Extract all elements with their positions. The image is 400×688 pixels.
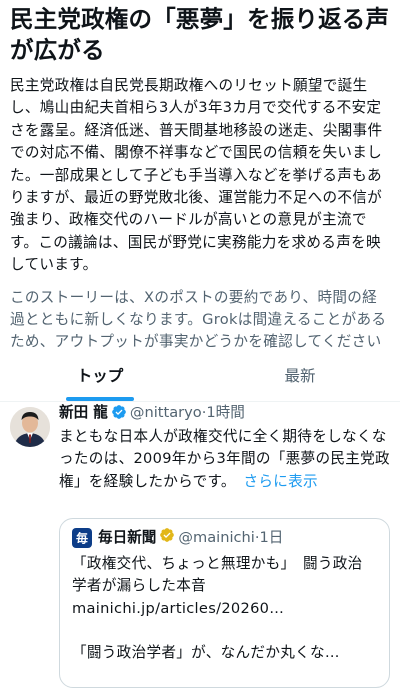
- quoted-post-card[interactable]: 毎 毎日新聞 @mainichi · 1日 「政権交代、ちょっと無理かも」 闘う政治学…: [59, 518, 390, 688]
- quoted-post-timestamp: 1日: [259, 529, 284, 546]
- post-timestamp[interactable]: 1時間: [206, 404, 244, 421]
- tab-top-label: トップ: [76, 367, 124, 385]
- quoted-link-url[interactable]: mainichi.jp/articles/20260…: [72, 598, 377, 620]
- trend-title: 民主党政権の「悪夢」を振り返る声が広がる: [10, 5, 390, 64]
- post-content: 新田 龍 @nittaryo·1時間 まともな日本人が政権交代に全く期待をしなくな…: [59, 402, 394, 493]
- post-text: まともな日本人が政権交代に全く期待をしなくなったのは、2009年から3年間の「悪…: [59, 426, 394, 493]
- avatar[interactable]: [10, 407, 50, 447]
- post-body-text: まともな日本人が政権交代に全く期待をしなくなったのは、2009年から3年間の「悪…: [59, 428, 390, 490]
- quoted-verified-badge-icon: [159, 527, 175, 549]
- tab-top[interactable]: トップ: [0, 355, 200, 401]
- svg-text:毎: 毎: [76, 531, 88, 546]
- tab-bar: トップ 最新: [0, 355, 400, 402]
- quoted-post-text: 「政権交代、ちょっと無理かも」 闘う政治学者が漏らした本音 mainichi.j…: [72, 553, 377, 665]
- active-tab-indicator: [66, 397, 134, 401]
- quoted-author-name: 毎日新聞: [98, 529, 157, 546]
- quoted-text-line: 「闘う政治学者」が、なんだか丸くな…: [72, 644, 340, 662]
- quoted-author-handle: @mainichi: [178, 529, 255, 546]
- verified-badge-icon: [111, 404, 127, 426]
- tab-latest[interactable]: 最新: [200, 355, 400, 401]
- post-header: 新田 龍 @nittaryo·1時間: [59, 402, 394, 426]
- avatar-portrait-icon: [10, 407, 50, 447]
- author-handle[interactable]: @nittaryo: [130, 404, 202, 421]
- mainichi-logo-icon: 毎: [72, 528, 92, 548]
- author-name[interactable]: 新田 龍: [59, 404, 108, 421]
- trend-summary: 民主党政権の「悪夢」を振り返る声が広がる 民主党政権は自民党長期政権へのリセット…: [0, 0, 400, 354]
- tab-latest-label: 最新: [284, 367, 316, 385]
- show-more-link[interactable]: さらに表示: [243, 473, 317, 490]
- grok-disclaimer: このストーリーは、Xのポストの要約であり、時間の経過とともに新しくなります。Gr…: [10, 288, 387, 351]
- trend-summary-text: 民主党政権は自民党長期政権へのリセット願望で誕生し、鳩山由紀夫首相ら3人が3年3…: [10, 77, 383, 274]
- quoted-headline: 「政権交代、ちょっと無理かも」 闘う政治学者が漏らした本音: [72, 555, 363, 595]
- quoted-post-header: 毎 毎日新聞 @mainichi · 1日: [72, 527, 377, 549]
